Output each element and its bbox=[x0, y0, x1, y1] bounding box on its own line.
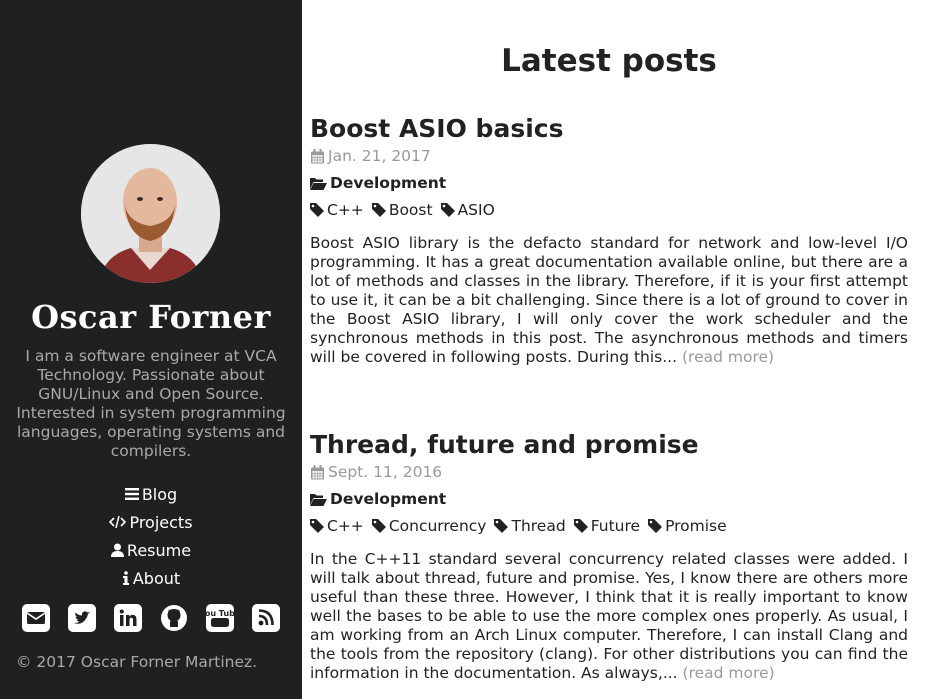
post-category[interactable]: Development bbox=[310, 488, 908, 510]
post-excerpt-text: Boost ASIO library is the defacto standa… bbox=[310, 234, 908, 366]
author-avatar bbox=[81, 144, 220, 283]
page-title: Latest posts bbox=[501, 43, 717, 79]
post-date-text: Jan. 21, 2017 bbox=[328, 147, 431, 165]
calendar-icon bbox=[311, 464, 324, 479]
tag-icon bbox=[494, 519, 509, 533]
tag[interactable]: Thread bbox=[494, 517, 566, 535]
linkedin-icon[interactable] bbox=[114, 604, 142, 632]
tag[interactable]: C++ bbox=[310, 517, 364, 535]
code-icon bbox=[109, 516, 127, 528]
tag-icon bbox=[371, 203, 386, 217]
github-icon[interactable] bbox=[160, 604, 188, 632]
folder-open-icon bbox=[310, 493, 327, 506]
post-category-label: Development bbox=[330, 490, 447, 508]
post: Thread, future and promise Sept. 11, 201… bbox=[310, 430, 908, 683]
tag[interactable]: ASIO bbox=[440, 201, 495, 219]
tag-icon bbox=[648, 519, 663, 533]
tag-label: Promise bbox=[665, 517, 727, 535]
post-excerpt-text: In the C++11 standard several concurrenc… bbox=[310, 550, 908, 682]
nav-about[interactable]: About bbox=[0, 564, 302, 592]
svg-text:You Tube: You Tube bbox=[206, 609, 234, 618]
tag[interactable]: Concurrency bbox=[371, 517, 487, 535]
post-excerpt: Boost ASIO library is the defacto standa… bbox=[310, 234, 908, 367]
tag[interactable]: Boost bbox=[371, 201, 433, 219]
twitter-icon[interactable] bbox=[68, 604, 96, 632]
sidebar: Oscar Forner I am a software engineer at… bbox=[0, 0, 302, 699]
tag-icon bbox=[573, 519, 588, 533]
nav-resume-label: Resume bbox=[126, 540, 192, 560]
bars-icon bbox=[124, 488, 139, 500]
tag-icon bbox=[310, 203, 324, 217]
author-name: Oscar Forner bbox=[31, 298, 271, 336]
tag-icon bbox=[371, 519, 386, 533]
post-date-text: Sept. 11, 2016 bbox=[328, 463, 443, 481]
rss-icon[interactable] bbox=[252, 604, 280, 632]
tag-label: C++ bbox=[327, 201, 364, 219]
folder-open-icon bbox=[310, 177, 327, 190]
calendar-icon bbox=[311, 148, 324, 163]
post-date: Jan. 21, 2017 bbox=[310, 145, 908, 167]
nav-blog-label: Blog bbox=[141, 484, 178, 504]
post-category[interactable]: Development bbox=[310, 172, 908, 194]
read-more-link[interactable]: (read more) bbox=[682, 348, 774, 366]
post-excerpt: In the C++11 standard several concurrenc… bbox=[310, 550, 908, 683]
info-icon bbox=[122, 571, 129, 585]
tag-label: ASIO bbox=[457, 201, 495, 219]
nav-about-label: About bbox=[132, 568, 181, 588]
post: Boost ASIO basics Jan. 21, 2017 Developm… bbox=[310, 114, 908, 367]
post-category-label: Development bbox=[330, 174, 447, 192]
tag[interactable]: C++ bbox=[310, 201, 364, 219]
tag-label: Thread bbox=[511, 517, 566, 535]
sidebar-nav: Blog Projects Resume About bbox=[0, 480, 302, 592]
social-links: You Tube bbox=[0, 604, 302, 632]
author-bio: I am a software engineer at VCA Technolo… bbox=[16, 347, 286, 460]
tag-icon bbox=[310, 519, 324, 533]
tag[interactable]: Promise bbox=[648, 517, 727, 535]
nav-projects-label: Projects bbox=[129, 512, 193, 532]
tag-label: C++ bbox=[327, 517, 364, 535]
nav-projects[interactable]: Projects bbox=[0, 508, 302, 536]
tag-label: Concurrency bbox=[388, 517, 487, 535]
tag-icon bbox=[440, 203, 455, 217]
email-icon[interactable] bbox=[22, 604, 50, 632]
post-date: Sept. 11, 2016 bbox=[310, 461, 908, 483]
post-tags: C++ Boost ASIO bbox=[310, 199, 908, 221]
nav-resume[interactable]: Resume bbox=[0, 536, 302, 564]
nav-blog[interactable]: Blog bbox=[0, 480, 302, 508]
tag-label: Boost bbox=[388, 201, 433, 219]
tag[interactable]: Future bbox=[573, 517, 641, 535]
post-title[interactable]: Boost ASIO basics bbox=[310, 114, 908, 144]
tag-label: Future bbox=[590, 517, 641, 535]
read-more-link[interactable]: (read more) bbox=[683, 664, 775, 682]
copyright: © 2017 Oscar Forner Martinez. bbox=[16, 653, 258, 671]
user-icon bbox=[110, 543, 124, 557]
youtube-icon[interactable]: You Tube bbox=[206, 604, 234, 632]
post-title[interactable]: Thread, future and promise bbox=[310, 430, 908, 460]
post-tags: C++ Concurrency Thread Future Promise bbox=[310, 515, 908, 537]
